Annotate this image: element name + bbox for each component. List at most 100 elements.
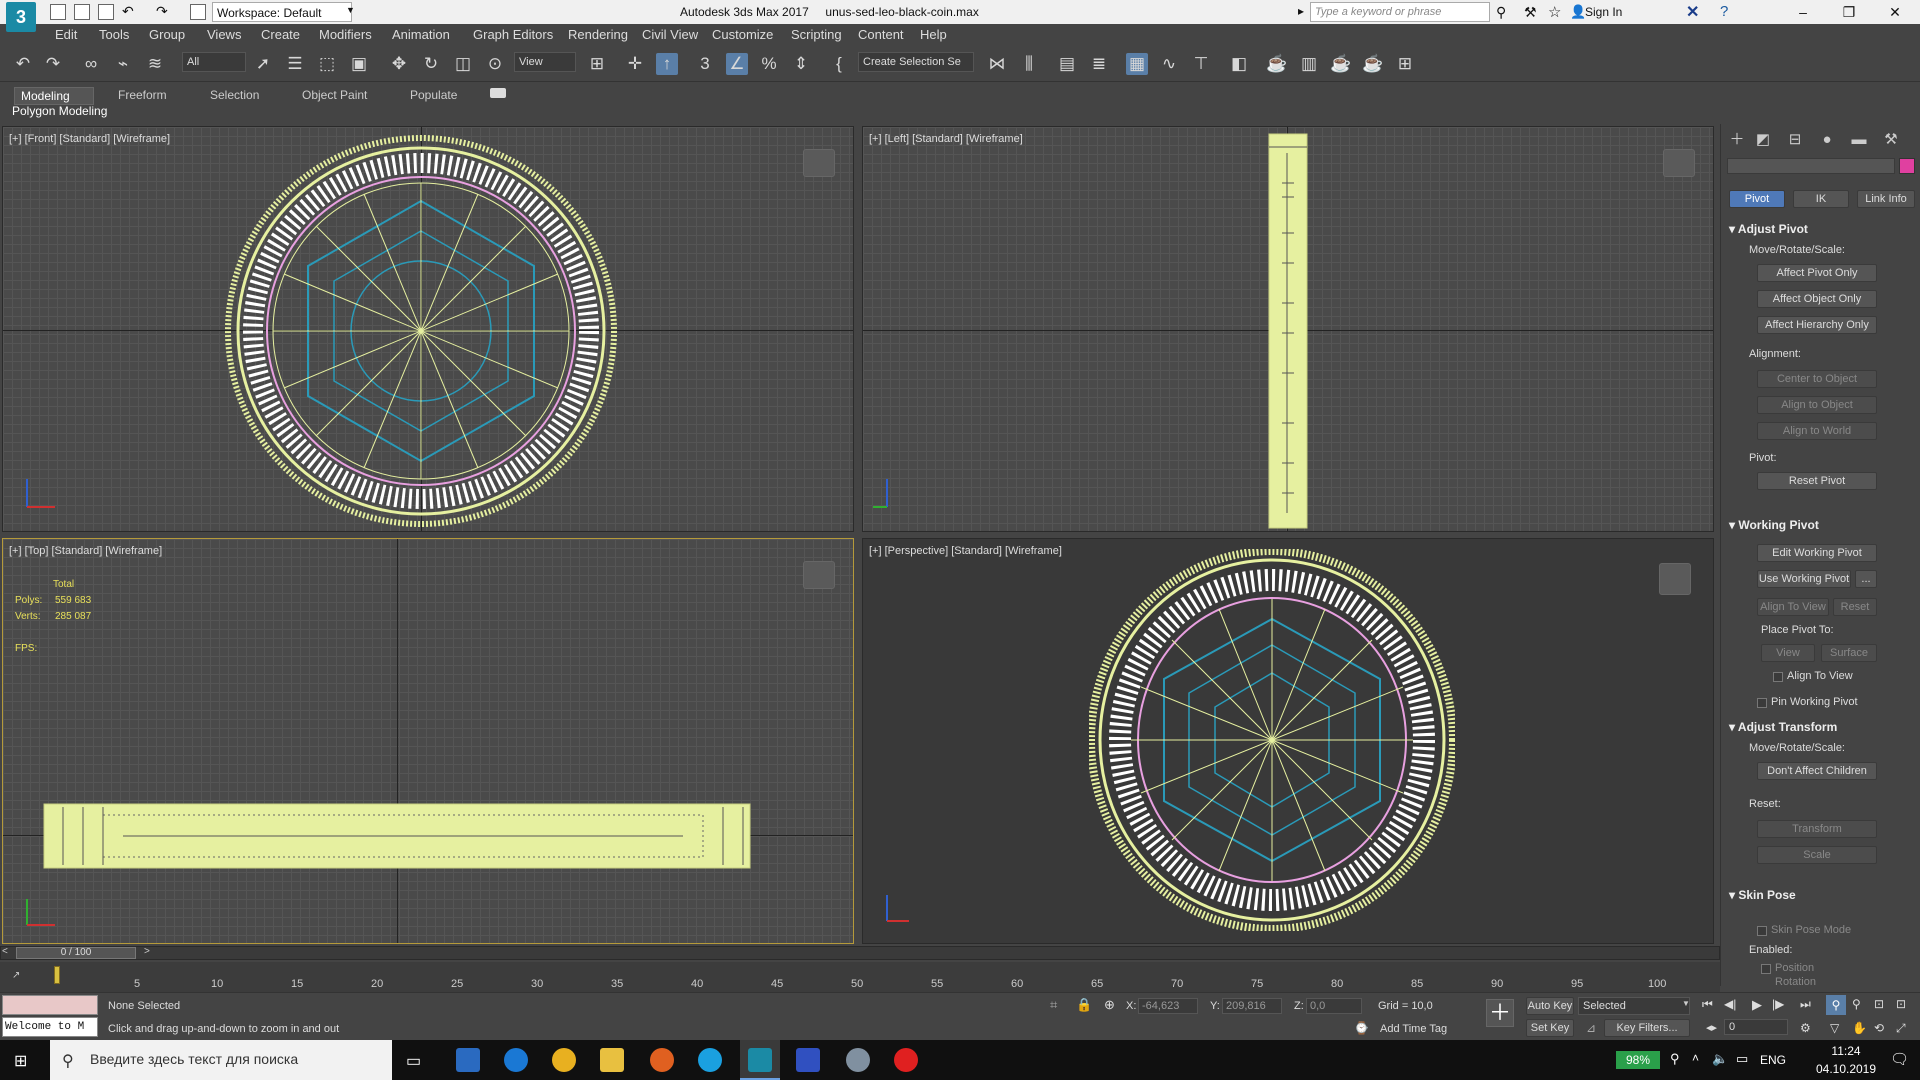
menu-customize[interactable]: Customize [712,27,773,42]
dont-affect-children-button[interactable]: Don't Affect Children [1757,762,1877,780]
menu-civil-view[interactable]: Civil View [642,27,698,42]
show-hidden-icons-icon[interactable]: ˄ [1692,1051,1699,1065]
menu-help[interactable]: Help [920,27,947,42]
auto-key-button[interactable]: Auto Key [1526,997,1574,1015]
viewcube-top[interactable] [803,561,835,589]
time-slider-thumb[interactable]: 0 / 100 [16,947,136,959]
viewport-label-front[interactable]: [+] [Front] [Standard] [Wireframe] [9,133,170,145]
affect-object-only-button[interactable]: Affect Object Only [1757,290,1877,308]
windows-start-icon[interactable]: ⊞ [14,1051,32,1070]
redo-icon[interactable]: ↷ [156,3,168,20]
time-spinner-icon[interactable]: ◂▸ [1706,1021,1717,1034]
maxscript-listener-pink[interactable] [2,995,98,1015]
working-pivot-options-button[interactable]: ... [1855,570,1877,588]
object-name-field[interactable] [1727,158,1895,174]
snaps-toggle-icon[interactable]: 3 [694,53,716,75]
next-key-icon[interactable]: |▶ [1772,997,1784,1011]
pivot-center-icon[interactable]: ⊞ [586,53,608,75]
field-of-view-icon[interactable]: ▽ [1830,1021,1839,1035]
align-to-world-button[interactable]: Align to World [1757,422,1877,440]
select-manipulate-icon[interactable]: ✛ [624,53,646,75]
rollout-working-pivot[interactable]: ▾ Working Pivot [1729,518,1819,532]
maximize-button[interactable]: ❐ [1826,0,1872,24]
redo-icon[interactable]: ↷ [42,53,64,75]
ribbon-tab-freeform[interactable]: Freeform [112,87,173,105]
menu-animation[interactable]: Animation [392,27,450,42]
play-icon[interactable]: ▶ [1752,997,1762,1013]
file-explorer-icon[interactable] [600,1048,624,1072]
open-mini-curve-editor-icon[interactable]: ↗ [12,970,20,981]
subscription-icon[interactable]: ⚒ [1524,4,1537,21]
schematic-view-icon[interactable]: ⊤ [1190,53,1212,75]
clock-time[interactable]: 11:24 [1818,1044,1874,1058]
center-to-object-button[interactable]: Center to Object [1757,370,1877,388]
viewport-label-perspective[interactable]: [+] [Perspective] [Standard] [Wireframe] [869,545,1062,557]
named-selection-set-dropdown[interactable]: Create Selection Se [858,52,974,72]
position-checkbox[interactable] [1761,964,1771,974]
go-to-end-icon[interactable]: ⏭ [1800,997,1811,1012]
favorites-star-icon[interactable]: ☆ [1548,3,1561,21]
viewport-label-left[interactable]: [+] [Left] [Standard] [Wireframe] [869,133,1023,145]
ribbon-tab-modeling[interactable]: Modeling [14,87,94,105]
layer-explorer-icon[interactable]: ≣ [1088,53,1110,75]
rotate-icon[interactable]: ↻ [420,53,442,75]
menu-group[interactable]: Group [149,27,185,42]
edge-browser-icon[interactable] [504,1048,528,1072]
rendered-frame-window-icon[interactable]: ▥ [1298,53,1320,75]
viewport-perspective[interactable]: [+] [Perspective] [Standard] [Wireframe] [862,538,1714,944]
menu-rendering[interactable]: Rendering [568,27,628,42]
curve-editor-icon[interactable]: ∿ [1158,53,1180,75]
select-object-icon[interactable]: ➚ [252,53,274,75]
input-language[interactable]: ENG [1760,1053,1786,1067]
time-tag-icon[interactable]: ⌚ [1354,1021,1369,1035]
toggle-ribbon-icon[interactable]: ▦ [1126,53,1148,75]
place-pivot-view-button[interactable]: View [1761,644,1815,662]
skin-pose-mode-checkbox[interactable] [1757,926,1767,936]
zoom-icon[interactable]: ⚲ [1826,995,1846,1015]
taskbar-search-input[interactable]: Введите здесь текст для поиска [50,1040,392,1080]
menu-views[interactable]: Views [207,27,241,42]
viewport-top[interactable]: [+] [Top] [Standard] [Wireframe] Total P… [2,538,854,944]
rollout-adjust-pivot[interactable]: ▾ Adjust Pivot [1729,222,1808,236]
viewcube-left[interactable] [1663,149,1695,177]
autodesk-exchange-icon[interactable]: ✕ [1686,2,1699,22]
help-icon[interactable]: ? [1720,3,1728,20]
working-pivot-reset-button[interactable]: Reset [1833,598,1877,616]
create-panel-icon[interactable]: ＋ [1727,130,1747,150]
key-mode-chevron-down-icon[interactable]: ▼ [1682,999,1690,1008]
search-expand-icon[interactable]: ▸ [1298,4,1304,18]
keyboard-shortcut-override-icon[interactable]: ↑ [656,53,678,75]
reference-coordinate-dropdown[interactable]: View [514,52,576,72]
z-coordinate-field[interactable]: 0,0 [1306,998,1362,1014]
select-by-name-icon[interactable]: ☰ [284,53,306,75]
reset-pivot-button[interactable]: Reset Pivot [1757,472,1877,490]
current-frame-marker[interactable] [54,966,60,984]
menu-graph-editors[interactable]: Graph Editors [473,27,553,42]
edit-working-pivot-button[interactable]: Edit Working Pivot [1757,544,1877,562]
viewcube-perspective[interactable] [1659,563,1691,595]
app-logo-icon[interactable]: 3 [6,2,36,32]
align-to-view-checkbox[interactable] [1773,672,1783,682]
rectangular-selection-icon[interactable]: ⬚ [316,53,338,75]
set-key-button[interactable]: Set Key [1526,1019,1574,1037]
project-folder-icon[interactable] [190,4,206,20]
yandex-browser-icon[interactable] [894,1048,918,1072]
viewcube-front[interactable] [803,149,835,177]
previous-key-icon[interactable]: ◀| [1724,997,1736,1011]
render-production-icon[interactable]: ☕ [1330,53,1352,75]
material-editor-icon[interactable]: ◧ [1228,53,1250,75]
key-filters-button[interactable]: Key Filters... [1604,1019,1690,1037]
previous-frame-icon[interactable]: < [2,946,8,957]
orbit-icon[interactable]: ⟲ [1874,1021,1884,1035]
current-frame-field[interactable]: 0 [1724,1019,1788,1035]
bind-to-space-warp-icon[interactable]: ≋ [144,53,166,75]
align-to-object-button[interactable]: Align to Object [1757,396,1877,414]
location-icon[interactable]: ⚲ [1670,1051,1680,1067]
workspace-chevron-down-icon[interactable]: ▼ [346,5,355,15]
ribbon-tab-object-paint[interactable]: Object Paint [296,87,373,105]
binoculars-icon[interactable]: ⚲ [1496,4,1506,21]
open-file-icon[interactable] [74,4,90,20]
menu-create[interactable]: Create [261,27,300,42]
viewport-left[interactable]: [+] [Left] [Standard] [Wireframe] [862,126,1714,532]
menu-modifiers[interactable]: Modifiers [319,27,372,42]
